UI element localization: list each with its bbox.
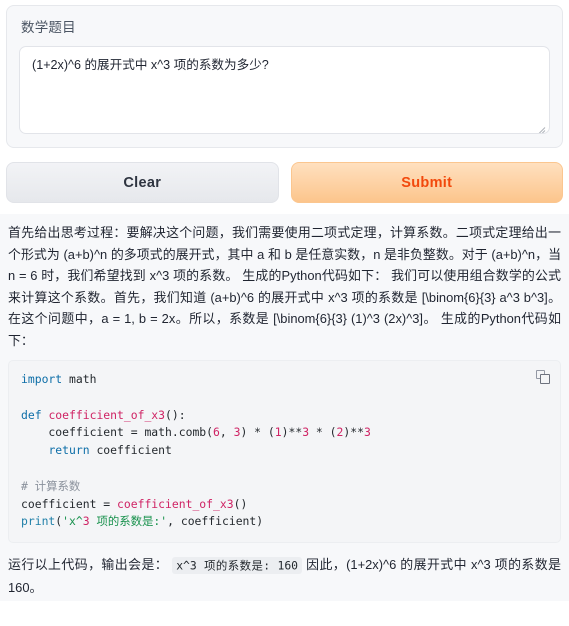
math-problem-textarea[interactable]: (1+2x)^6 的展开式中 x^3 项的系数为多少?	[19, 46, 550, 134]
response-panel: 首先给出思考过程：要解决这个问题，我们需要使用二项式定理，计算系数。二项式定理给…	[0, 214, 569, 601]
panel-separator	[0, 203, 569, 214]
conclusion-prefix: 运行以上代码，输出会是：	[8, 557, 169, 573]
reasoning-paragraph: 首先给出思考过程：要解决这个问题，我们需要使用二项式定理，计算系数。二项式定理给…	[8, 225, 561, 348]
python-code-text: import math def coefficient_of_x3(): coe…	[21, 372, 371, 529]
clear-button[interactable]: Clear	[6, 162, 279, 203]
action-button-row: Clear Submit	[6, 162, 563, 203]
conclusion-paragraph: 运行以上代码，输出会是： x^3 项的系数是: 160 因此，(1+2x)^6 …	[8, 554, 561, 598]
math-problem-text: (1+2x)^6 的展开式中 x^3 项的系数为多少?	[32, 58, 269, 72]
math-problem-label: 数学题目	[21, 20, 76, 35]
resize-grip-icon[interactable]	[535, 120, 546, 133]
python-code-block: import math def coefficient_of_x3(): coe…	[8, 360, 561, 544]
output-inline-code: x^3 项的系数是: 160	[172, 556, 303, 574]
submit-button[interactable]: Submit	[290, 162, 563, 203]
input-panel: 数学题目 (1+2x)^6 的展开式中 x^3 项的系数为多少?	[6, 5, 563, 148]
copy-icon[interactable]	[536, 370, 550, 384]
